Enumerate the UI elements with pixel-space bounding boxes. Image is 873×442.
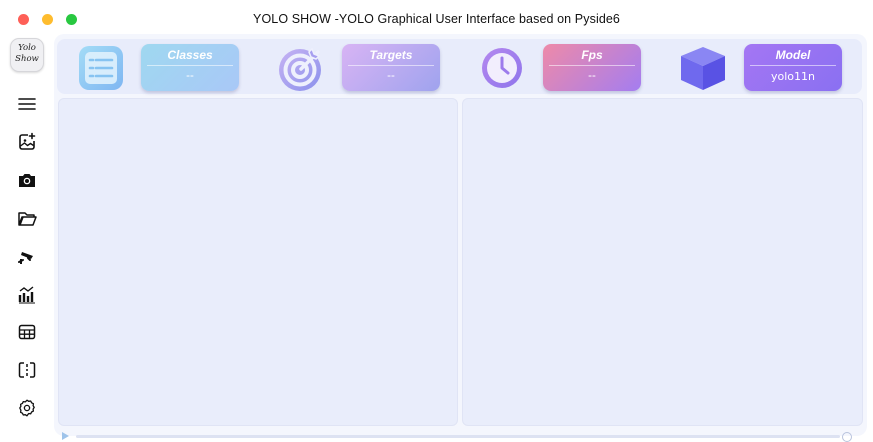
card-divider: [348, 65, 434, 66]
original-image-panel: [58, 98, 458, 426]
classes-card: Classes --: [141, 44, 239, 91]
card-divider: [549, 65, 635, 66]
target-icon: [276, 43, 326, 93]
stop-icon[interactable]: [842, 432, 852, 442]
clock-icon: [480, 46, 524, 90]
sidebar: Yolo Show: [0, 38, 50, 438]
model-label: Model: [775, 48, 811, 62]
model-select[interactable]: yolo11n: [744, 70, 842, 83]
list-icon: [77, 44, 125, 92]
folder-icon[interactable]: [16, 207, 38, 229]
split-view-icon[interactable]: [16, 359, 38, 381]
card-divider: [147, 65, 233, 66]
fps-value: --: [588, 70, 596, 82]
title-bar: YOLO SHOW -YOLO Graphical User Interface…: [0, 0, 873, 38]
bar-chart-icon[interactable]: [16, 283, 38, 305]
app-logo: Yolo Show: [10, 38, 44, 72]
gear-icon[interactable]: [16, 397, 38, 419]
result-image-panel: [462, 98, 863, 426]
window-title: YOLO SHOW -YOLO Graphical User Interface…: [253, 12, 620, 26]
targets-value: --: [387, 70, 395, 82]
card-divider: [750, 65, 836, 66]
classes-label: Classes: [167, 48, 213, 62]
progress-bar: [62, 432, 852, 442]
classes-value: --: [186, 70, 194, 82]
logo-line-2: Show: [15, 54, 39, 64]
play-icon[interactable]: [62, 432, 69, 440]
cube-icon: [678, 44, 728, 92]
fps-label: Fps: [581, 48, 603, 62]
table-icon[interactable]: [16, 321, 38, 343]
model-card[interactable]: Model yolo11n: [744, 44, 842, 91]
targets-card: Targets --: [342, 44, 440, 91]
add-image-icon[interactable]: [16, 131, 38, 153]
security-camera-icon[interactable]: [16, 245, 38, 267]
hamburger-menu-icon[interactable]: [16, 93, 38, 115]
fps-card: Fps --: [543, 44, 641, 91]
targets-label: Targets: [369, 48, 413, 62]
camera-icon[interactable]: [16, 169, 38, 191]
logo-line-1: Yolo: [18, 43, 36, 53]
